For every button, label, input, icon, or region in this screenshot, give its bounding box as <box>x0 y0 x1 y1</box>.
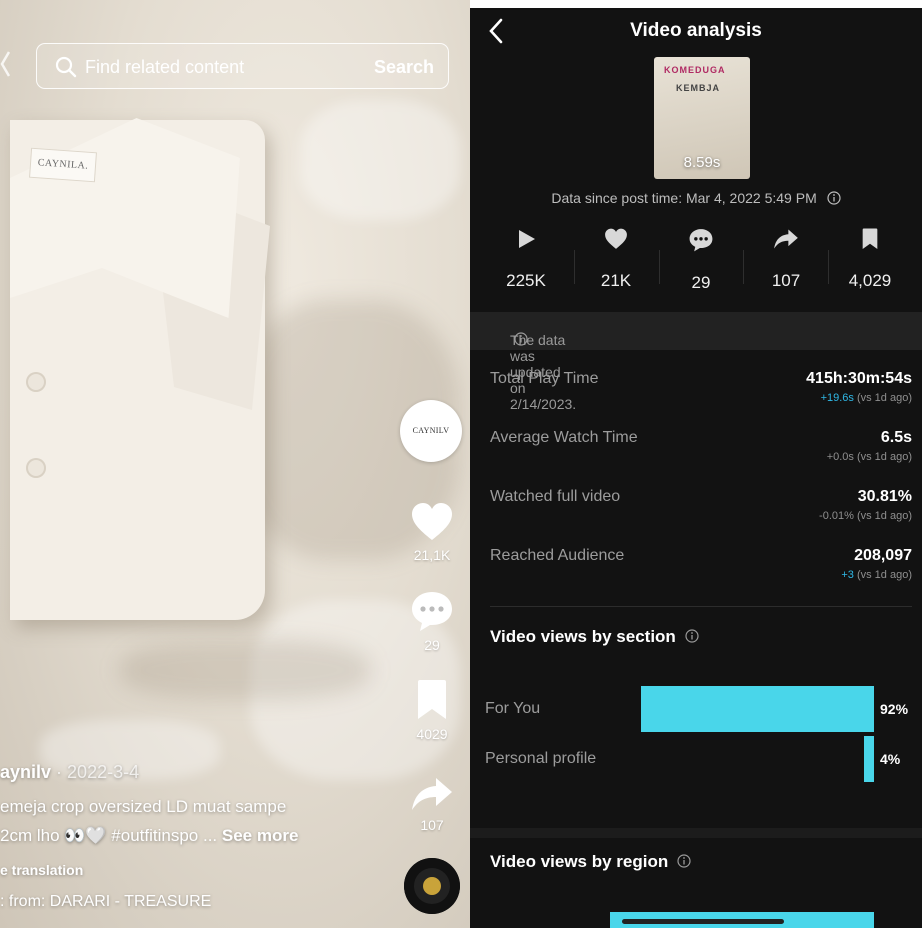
stat-likes: 21K <box>574 228 658 291</box>
search-icon <box>55 56 77 83</box>
bookmark-icon <box>399 679 465 726</box>
info-icon[interactable] <box>827 191 841 208</box>
see-more-link[interactable]: See more <box>222 826 299 845</box>
stat-value: 107 <box>771 271 801 290</box>
section-title: Video views by region <box>490 852 691 873</box>
video-player[interactable]: CAYNILA. Find related content Search CAY… <box>0 0 470 928</box>
section-title: Video views by section <box>490 627 699 648</box>
bookmark-button[interactable]: 4029 <box>399 679 465 742</box>
metric-label: Total Play Time <box>490 370 599 387</box>
video-thumbnail[interactable]: KOMEDUGA KEMBJA 8.59s <box>654 57 750 179</box>
thumbnail-text: KOMEDUGA <box>664 65 726 75</box>
translation-link[interactable]: e translation <box>0 862 83 878</box>
stat-value: 225K <box>506 271 546 290</box>
delta-number: +19.6s <box>820 392 854 404</box>
stat-plays: 225K <box>484 228 568 291</box>
page-title: Video analysis <box>630 20 762 41</box>
section-divider <box>470 828 922 838</box>
thumbnail-text: KEMBJA <box>676 83 721 93</box>
caption-line-2: 2cm lho 👀🤍 #outfitinspo ... See more <box>0 826 298 846</box>
metric-delta: +19.6s (vs 1d ago) <box>821 392 912 404</box>
metric-label: Reached Audience <box>490 547 625 564</box>
metric-value: 208,097 <box>854 547 912 564</box>
video-duration: 8.59s <box>683 154 721 171</box>
delta-text: (vs 1d ago) <box>853 510 912 522</box>
delta-number: -0.01% <box>819 510 854 522</box>
info-icon[interactable] <box>684 628 699 648</box>
delta-text: (vs 1d ago) <box>853 451 912 463</box>
author-line: aynilv · 2022-3-4 <box>0 762 139 783</box>
section-title-text: Video views by region <box>490 852 669 871</box>
share-button[interactable]: 107 <box>399 776 465 833</box>
like-button[interactable]: 21,1K <box>399 502 465 563</box>
shirt-button <box>26 372 46 392</box>
bookmark-count: 4029 <box>416 726 448 742</box>
search-bar[interactable]: Find related content Search <box>36 43 449 89</box>
play-icon <box>484 228 568 255</box>
stat-comments: 29 <box>659 228 743 293</box>
heart-icon <box>574 228 658 255</box>
comment-icon <box>399 590 465 637</box>
metric-delta: +0.0s (vs 1d ago) <box>827 451 912 463</box>
shirt-tag: CAYNILA. <box>29 147 97 183</box>
bar-percent: 92% <box>880 701 909 717</box>
info-icon[interactable] <box>514 332 528 349</box>
search-input[interactable]: Find related content <box>85 57 244 78</box>
shirt-button <box>26 458 46 478</box>
home-indicator[interactable] <box>622 919 784 924</box>
stat-value: 4,029 <box>848 271 892 290</box>
heart-icon <box>399 502 465 547</box>
caption-text: 2cm lho 👀🤍 #outfitinspo ... <box>0 826 222 845</box>
views-bar <box>641 686 874 732</box>
share-icon <box>399 776 465 817</box>
delta-number: +0.0s <box>826 451 854 463</box>
share-icon <box>744 228 828 255</box>
bookmark-icon <box>828 228 912 255</box>
music-line[interactable]: : from: DARARI - TREASURE <box>0 893 211 911</box>
stat-value: 29 <box>691 273 711 292</box>
metric-label: Average Watch Time <box>490 429 638 446</box>
delta-number: +3 <box>841 569 854 581</box>
section-title-text: Video views by section <box>490 627 676 646</box>
author-name[interactable]: aynilv <box>0 762 51 782</box>
like-count: 21,1K <box>413 547 451 563</box>
avatar[interactable]: CAYNILV <box>400 400 462 462</box>
stat-value: 21K <box>600 271 632 290</box>
metric-value: 30.81% <box>857 488 912 505</box>
metric-value: 6.5s <box>880 429 912 446</box>
comment-icon <box>659 228 743 257</box>
data-since-text: Data since post time: Mar 4, 2022 5:49 P… <box>551 190 817 206</box>
delta-text: (vs 1d ago) <box>853 392 912 404</box>
metric-delta: +3 (vs 1d ago) <box>841 569 912 581</box>
metric-value: 415h:30m:54s <box>806 370 912 387</box>
stat-saves: 4,029 <box>828 228 912 291</box>
video-analysis-panel: Video analysis KOMEDUGA KEMBJA 8.59s Dat… <box>470 0 922 928</box>
back-chevron-icon[interactable] <box>0 50 11 78</box>
metric-delta: -0.01% (vs 1d ago) <box>819 510 912 522</box>
bar-label: Personal profile <box>485 750 597 767</box>
comment-count: 29 <box>424 637 440 653</box>
delta-text: (vs 1d ago) <box>853 569 912 581</box>
bar-label: For You <box>485 700 541 717</box>
views-bar <box>864 736 874 782</box>
caption-line-1: emeja crop oversized LD muat sampe <box>0 797 287 816</box>
bar-percent: 4% <box>880 751 901 767</box>
comment-button[interactable]: 29 <box>399 590 465 653</box>
info-icon[interactable] <box>677 853 691 873</box>
metric-label: Watched full video <box>490 488 621 505</box>
music-disc-icon[interactable] <box>404 858 460 914</box>
top-edge <box>470 0 922 8</box>
divider <box>490 606 912 607</box>
share-count: 107 <box>420 817 444 833</box>
updated-notice: The data was updated on 2/14/2023. <box>470 312 922 412</box>
data-since-line: Data since post time: Mar 4, 2022 5:49 P… <box>470 190 922 208</box>
search-button[interactable]: Search <box>374 57 434 78</box>
post-date: · 2022-3-4 <box>56 762 140 782</box>
stat-shares: 107 <box>744 228 828 291</box>
